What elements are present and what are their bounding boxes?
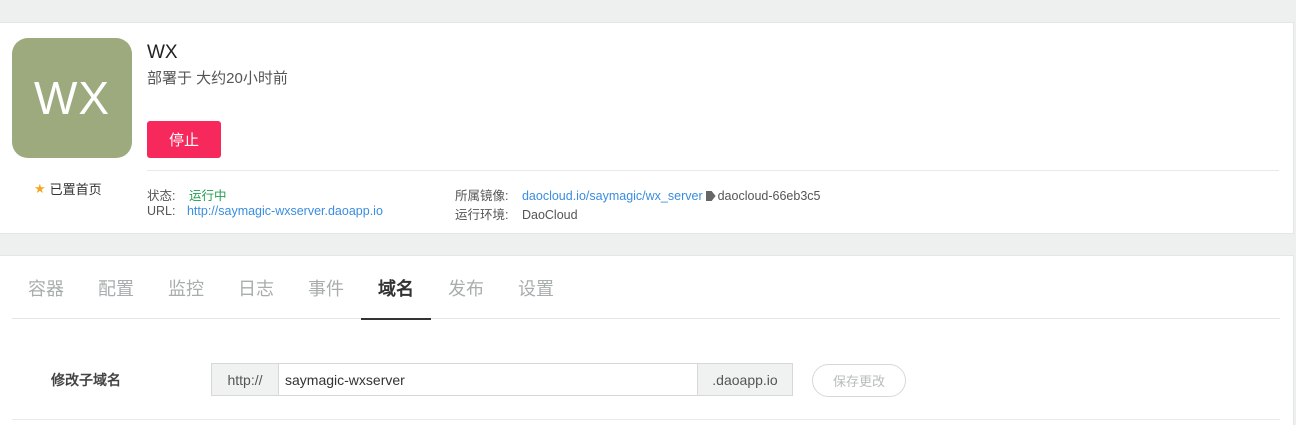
subdomain-input[interactable]	[278, 363, 698, 396]
domain-suffix: .daoapp.io	[697, 363, 793, 396]
status-label: 状态:	[147, 189, 176, 203]
divider	[12, 419, 1280, 420]
tab-bar: 容器 配置 监控 日志 事件 域名 发布 设置	[12, 256, 1280, 320]
tab-containers[interactable]: 容器	[12, 256, 81, 319]
pinned-label: 已置首页	[49, 182, 102, 197]
domain-card: 容器 配置 监控 日志 事件 域名 发布 设置 修改子域名 http:// .d…	[0, 255, 1294, 425]
image-label: 所属镜像:	[455, 189, 509, 203]
app-avatar: WX	[12, 38, 132, 158]
env-label: 运行环境:	[455, 208, 509, 222]
url-label: URL:	[147, 204, 176, 218]
tab-config[interactable]: 配置	[81, 256, 151, 319]
stop-button[interactable]: 停止	[147, 121, 221, 158]
image-row: 所属镜像: daocloud.io/saymagic/wx_server daoc…	[455, 185, 820, 204]
url-link[interactable]: http://saymagic-wxserver.daoapp.io	[187, 204, 383, 218]
image-link[interactable]: daocloud.io/saymagic/wx_server	[522, 189, 703, 203]
tag-icon	[705, 191, 716, 201]
url-row: URL: http://saymagic-wxserver.daoapp.io	[147, 204, 383, 218]
status-row: 状态: 运行中	[147, 185, 226, 204]
pinned-indicator[interactable]: ★ 已置首页	[34, 179, 102, 198]
tab-monitor[interactable]: 监控	[151, 256, 221, 319]
tab-events[interactable]: 事件	[291, 256, 361, 319]
app-header-card: WX ★ 已置首页 WX 部署于 大约20小时前 停止 状态: 运行中 URL:…	[0, 22, 1294, 234]
star-icon: ★	[34, 180, 46, 196]
divider	[147, 170, 1279, 171]
deploy-time: 部署于 大约20小时前	[147, 70, 288, 87]
image-tag: daocloud-66eb3c5	[717, 189, 821, 203]
env-row: 运行环境: DaoCloud	[455, 204, 578, 223]
url-prefix: http://	[211, 363, 279, 396]
tab-domain[interactable]: 域名	[361, 256, 431, 320]
tab-settings[interactable]: 设置	[501, 256, 571, 319]
tab-release[interactable]: 发布	[431, 256, 501, 319]
subdomain-label: 修改子域名	[51, 372, 121, 388]
status-value: 运行中	[188, 189, 227, 203]
app-name: WX	[147, 42, 178, 63]
tab-logs[interactable]: 日志	[221, 256, 291, 319]
env-value: DaoCloud	[521, 208, 578, 222]
save-changes-button[interactable]: 保存更改	[812, 364, 906, 397]
